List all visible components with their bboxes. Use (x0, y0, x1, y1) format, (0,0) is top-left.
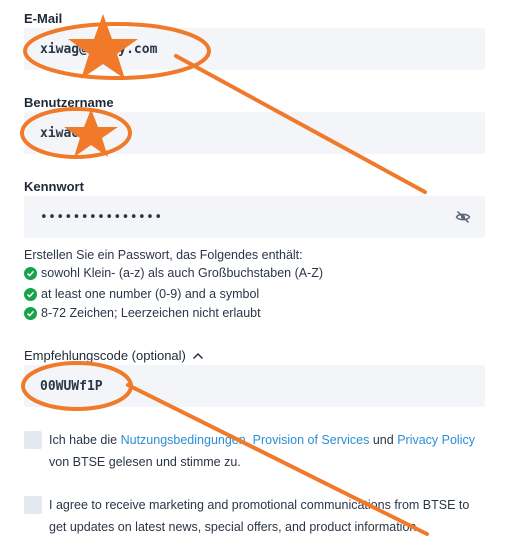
password-requirement: at least one number (0-9) and a symbol (24, 287, 259, 301)
check-circle-icon (24, 306, 37, 320)
terms-of-use-link[interactable]: Nutzungsbedingungen (121, 433, 246, 447)
email-field[interactable]: xiwag@arugy.com (24, 28, 485, 70)
privacy-policy-link[interactable]: Privacy Policy (397, 433, 475, 447)
marketing-text: I agree to receive marketing and promoti… (49, 494, 469, 538)
terms-checkbox[interactable] (24, 431, 42, 449)
password-field[interactable]: ••••••••••••••• (24, 196, 485, 238)
terms-separator: und (369, 433, 398, 447)
chevron-up-icon (192, 352, 203, 359)
eye-off-icon[interactable] (455, 209, 471, 225)
email-value: xiwag@arugy.com (40, 41, 158, 57)
password-value: ••••••••••••••• (40, 209, 163, 225)
referral-code-value: 00WUWf1P (40, 378, 103, 394)
email-label: E-Mail (24, 11, 63, 26)
username-label: Benutzername (24, 95, 114, 110)
referral-label: Empfehlungscode (optional) (24, 348, 186, 363)
password-requirement: sowohl Klein- (a-z) als auch Großbuchsta… (24, 266, 323, 280)
password-requirement: 8-72 Zeichen; Leerzeichen nicht erlaubt (24, 306, 261, 320)
terms-separator: , (245, 433, 253, 447)
marketing-line: I agree to receive marketing and promoti… (49, 498, 470, 512)
password-label: Kennwort (24, 179, 84, 194)
provision-of-services-link[interactable]: Provision of Services (253, 433, 370, 447)
referral-toggle[interactable]: Empfehlungscode (optional) (24, 348, 204, 363)
password-requirement-text: 8-72 Zeichen; Leerzeichen nicht erlaubt (41, 306, 261, 320)
terms-suffix: von BTSE gelesen und stimme zu. (49, 455, 241, 469)
password-requirement-text: at least one number (0-9) and a symbol (41, 287, 260, 301)
username-field[interactable]: xiwa6 (24, 112, 485, 154)
username-value: xiwa6 (40, 125, 80, 141)
check-circle-icon (24, 287, 37, 301)
terms-text: Ich habe die Nutzungsbedingungen, Provis… (49, 429, 475, 473)
marketing-line: get updates on latest news, special offe… (49, 520, 420, 534)
referral-code-field[interactable]: 00WUWf1P (24, 365, 485, 407)
password-requirement-text: sowohl Klein- (a-z) als auch Großbuchsta… (41, 266, 324, 280)
marketing-checkbox[interactable] (24, 496, 42, 514)
terms-prefix: Ich habe die (49, 433, 121, 447)
check-circle-icon (24, 266, 37, 280)
password-hint-intro: Erstellen Sie ein Passwort, das Folgende… (24, 248, 303, 262)
